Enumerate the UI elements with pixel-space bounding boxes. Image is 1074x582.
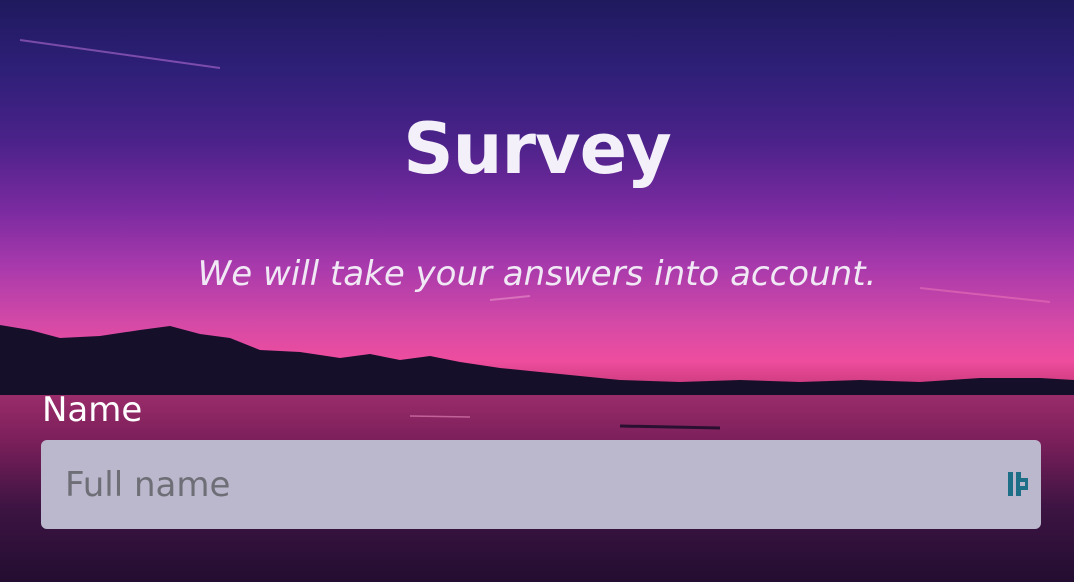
name-input[interactable]: [41, 440, 981, 529]
page-title: Survey: [403, 108, 672, 190]
name-label: Name: [42, 390, 143, 430]
name-field-container: [41, 440, 1041, 529]
page-subtitle: We will take your answers into account.: [197, 254, 877, 294]
password-manager-icon[interactable]: [1006, 470, 1030, 498]
